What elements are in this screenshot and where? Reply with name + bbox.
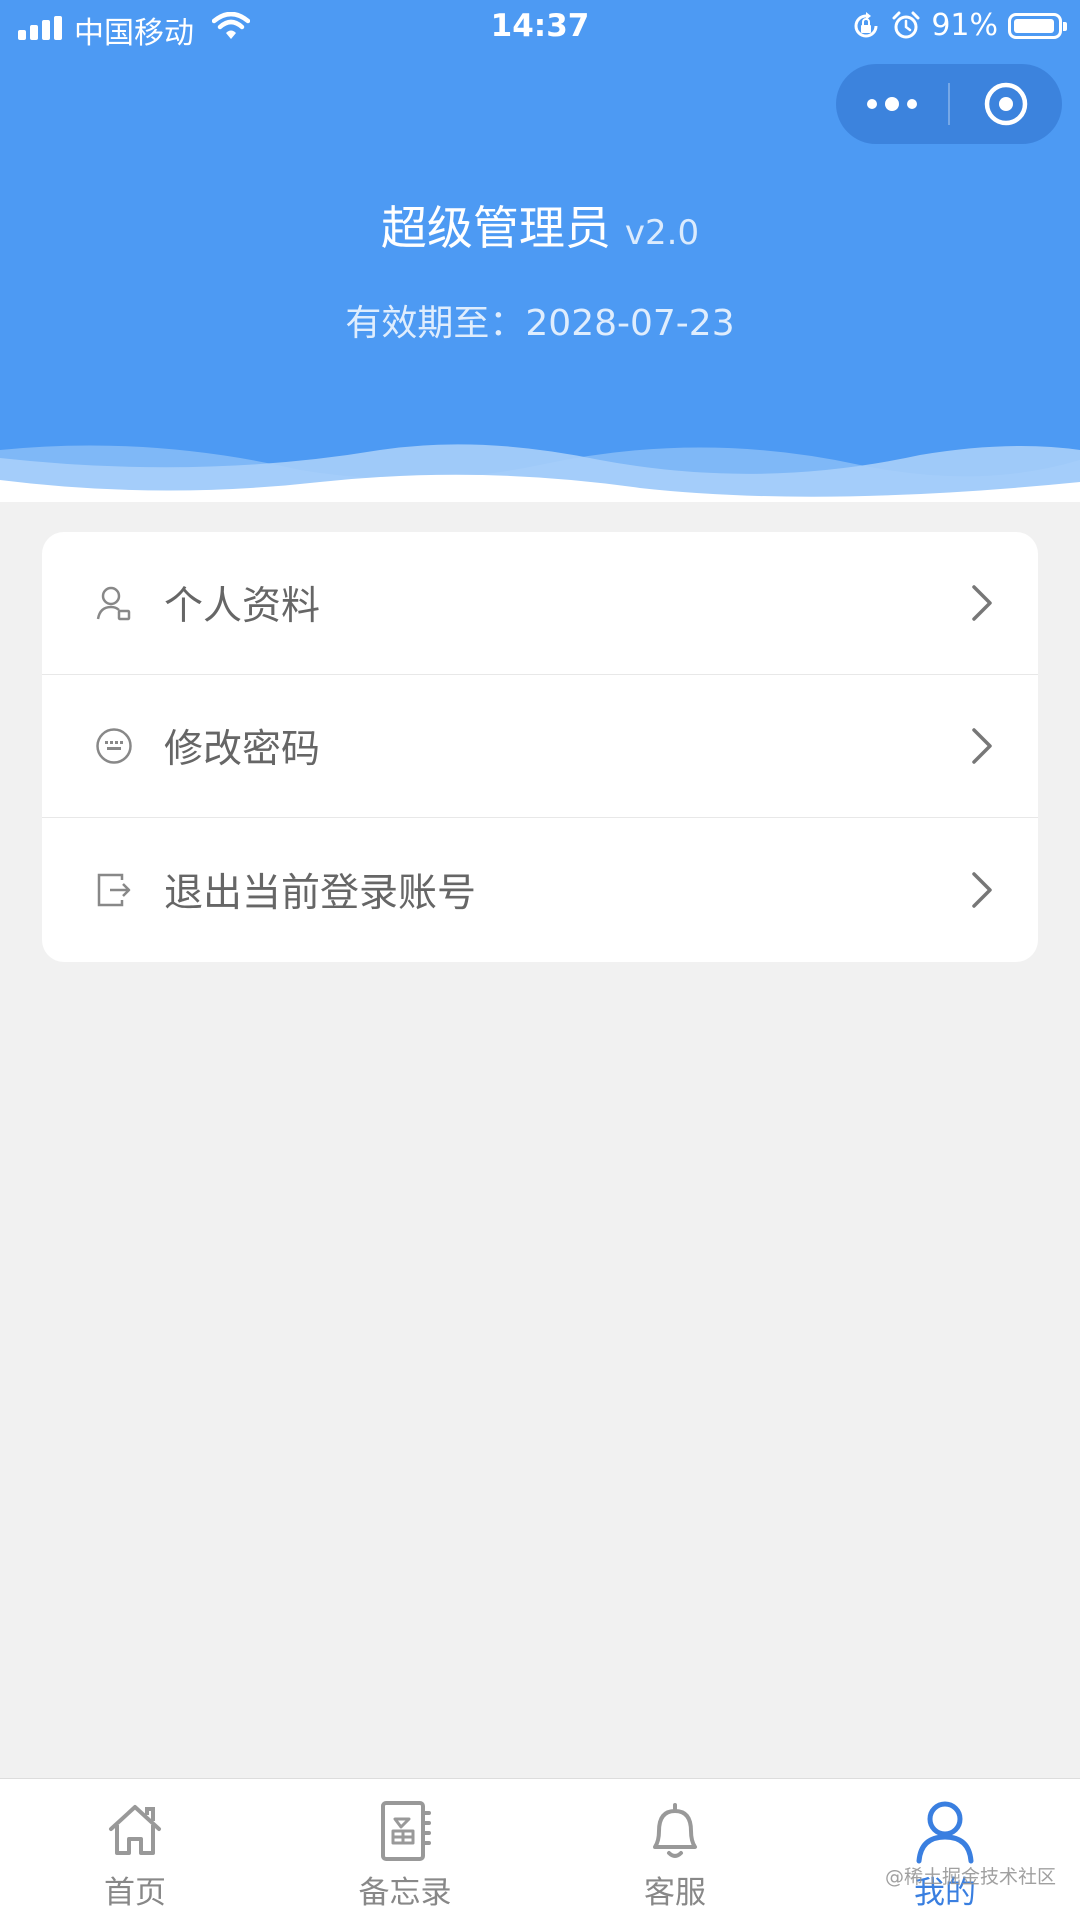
menu-item-label: 退出当前登录账号 — [164, 870, 477, 916]
menu-item-label: 修改密码 — [164, 727, 321, 772]
more-dots-icon — [867, 99, 877, 109]
tab-mine[interactable]: 我的 — [810, 1779, 1080, 1921]
logout-icon — [97, 873, 131, 906]
menu-item-change-password[interactable]: 修改密码 — [42, 675, 1038, 818]
chevron-right-icon — [972, 871, 992, 908]
menu-item-profile[interactable]: 个人资料 — [42, 532, 1038, 675]
more-button[interactable] — [836, 64, 948, 144]
memo-icon — [381, 1801, 431, 1861]
bell-icon — [653, 1803, 697, 1858]
tab-bar: 首页 备忘录 客服 我的 — [0, 1778, 1080, 1921]
role-title: 超级管理员 — [380, 201, 611, 255]
tab-customer-service[interactable]: 客服 — [540, 1779, 810, 1921]
close-miniprogram-button[interactable] — [950, 64, 1062, 144]
chevron-right-icon — [972, 585, 992, 621]
user-profile-icon — [96, 586, 131, 621]
tab-home[interactable]: 首页 — [0, 1779, 270, 1921]
keyboard-icon — [96, 728, 132, 764]
tab-memo[interactable]: 备忘录 — [270, 1779, 540, 1921]
battery-percent: 91% — [931, 8, 998, 43]
expiry-label: 有效期至： — [345, 303, 526, 344]
target-circle-icon — [984, 82, 1028, 126]
status-bar: 中国移动 14:37 91% — [0, 0, 1080, 56]
page-title: 超级管理员 v2.0 — [0, 192, 1080, 258]
miniprogram-capsule — [836, 64, 1062, 144]
menu-item-logout[interactable]: 退出当前登录账号 — [42, 818, 1038, 961]
tab-label: 客服 — [644, 1875, 706, 1911]
battery-icon — [1008, 12, 1067, 39]
user-icon — [916, 1801, 974, 1864]
chevron-right-icon — [972, 728, 992, 764]
watermark: @稀土掘金技术社区 — [885, 1866, 1057, 1888]
menu-item-label: 个人资料 — [164, 584, 321, 629]
rotation-lock-icon — [854, 11, 878, 37]
home-icon — [109, 1805, 161, 1855]
alarm-icon — [892, 11, 920, 38]
expiry-date: 2028-07-23 — [525, 303, 735, 344]
tab-label: 备忘录 — [358, 1875, 452, 1911]
expiry-info: 有效期至：2028-07-23 — [0, 294, 1080, 346]
menu-card: 个人资料 修改密码 退出当前登录账号 — [42, 532, 1038, 962]
version-label: v2.0 — [624, 213, 700, 253]
profile-header: 中国移动 14:37 91% 超级管理员 v2.0 有效期至：2028-07-2… — [0, 0, 1080, 505]
wave-decoration — [0, 444, 1080, 505]
tab-label: 首页 — [104, 1875, 166, 1911]
